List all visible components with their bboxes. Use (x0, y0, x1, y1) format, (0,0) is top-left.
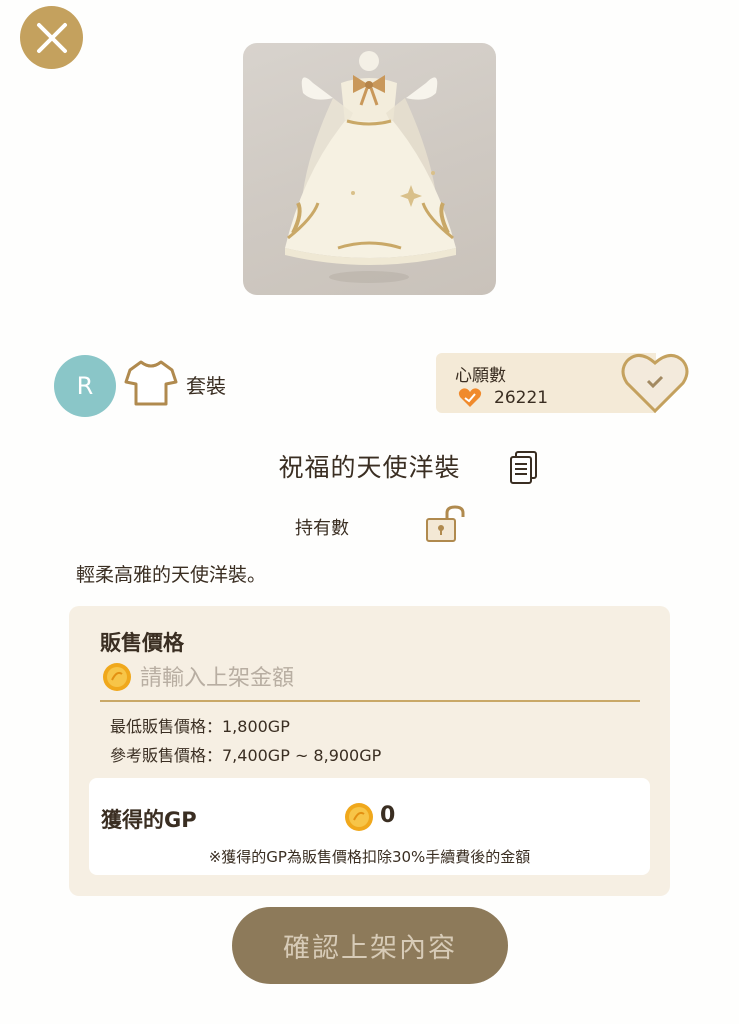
category-label: 套裝 (186, 374, 226, 398)
item-name: 祝福的天使洋裝 (0, 448, 739, 484)
copy-icon[interactable] (509, 450, 539, 484)
ref-price-text: 參考販售價格：7,400GP ~ 8,900GP (110, 746, 382, 765)
shirt-icon (124, 360, 178, 406)
price-input[interactable] (140, 660, 635, 696)
item-name-text: 祝福的天使洋裝 (278, 453, 461, 482)
confirm-listing-label: 確認上架內容 (283, 933, 457, 964)
min-price-text: 最低販售價格：1,800GP (110, 717, 290, 736)
wishlist-count: 26221 (494, 388, 549, 408)
wishlist-heart-button[interactable] (619, 349, 691, 415)
item-image-frame (243, 43, 496, 295)
heart-check-icon (458, 388, 482, 407)
gp-coin-icon (103, 663, 131, 691)
price-input-underline (100, 700, 640, 702)
item-description: 輕柔高雅的天使洋裝。 (76, 564, 267, 586)
gp-label: 獲得的GP (101, 808, 197, 832)
unlock-icon[interactable] (425, 505, 467, 543)
wishlist-title: 心願數 (455, 366, 506, 386)
gp-coin-icon (345, 803, 373, 831)
owned-label: 持有數 (295, 518, 349, 539)
gp-note: ※獲得的GP為販售價格扣除30%手續費後的金額 (208, 848, 531, 866)
rarity-badge: R (54, 355, 116, 417)
close-icon (36, 22, 67, 53)
price-title: 販售價格 (100, 631, 184, 655)
close-button[interactable] (20, 6, 83, 69)
rarity-label: R (76, 372, 94, 400)
gp-value: 0 (380, 803, 396, 828)
dress-image (285, 51, 456, 283)
confirm-listing-button[interactable]: 確認上架內容 (232, 907, 508, 984)
